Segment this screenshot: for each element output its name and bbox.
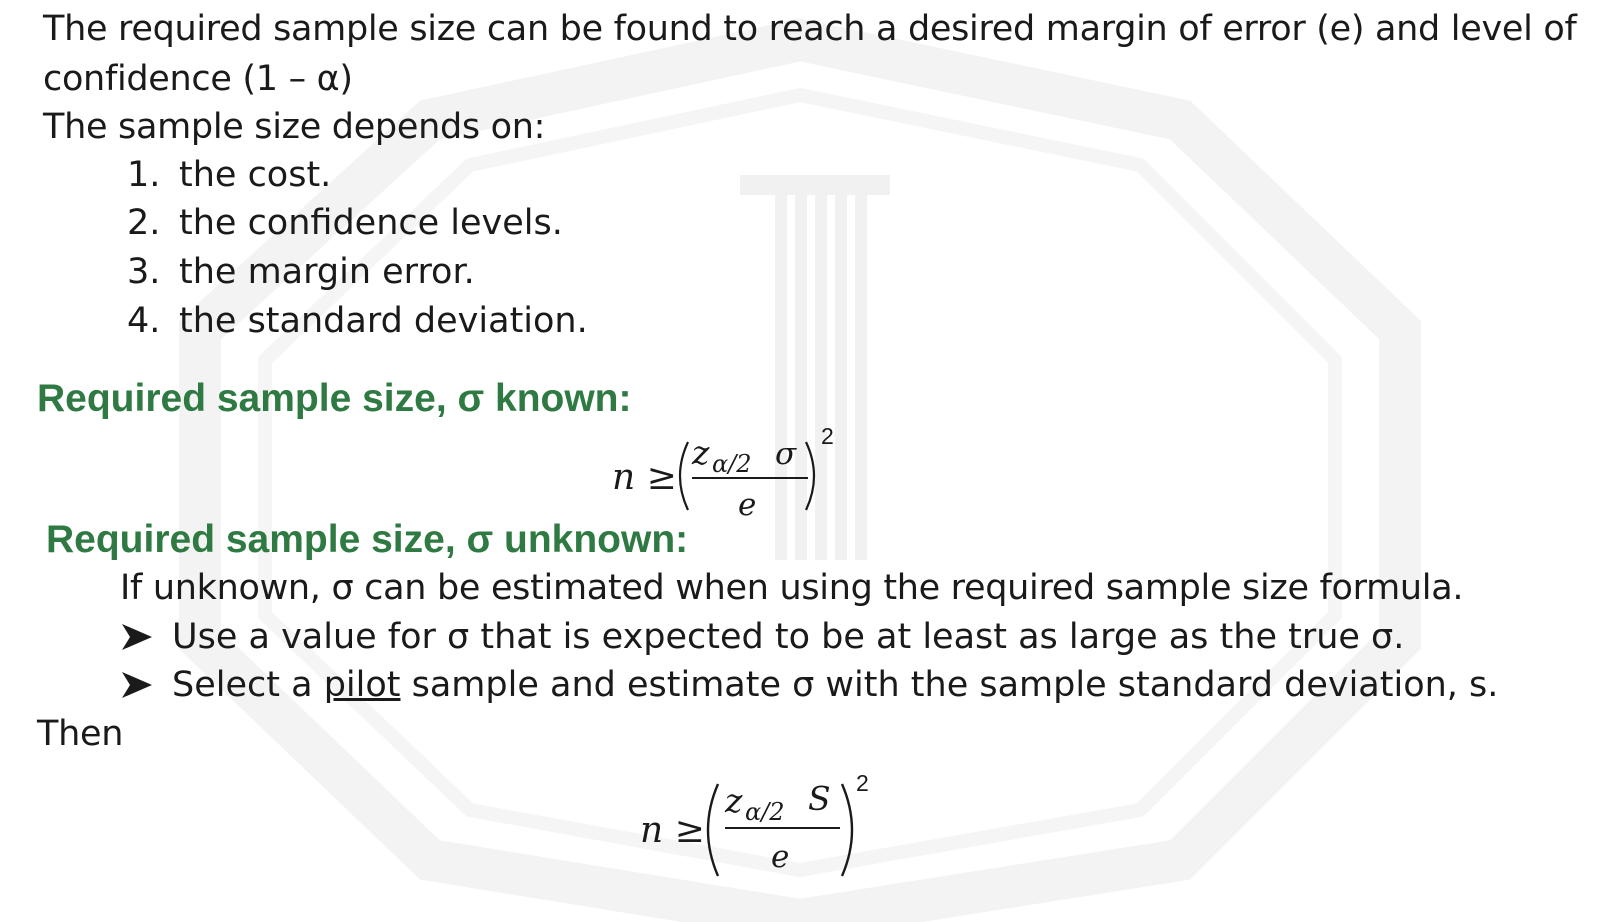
arrow-bullet-icon: [120, 664, 172, 706]
formula-lhs: n ≥: [612, 457, 677, 498]
formula-subscript: α/2: [712, 450, 752, 478]
list-number: 3.: [127, 252, 161, 292]
arrow-bullet-icon: [120, 616, 172, 658]
intro-line-3: The sample size depends on:: [43, 107, 546, 147]
bullet-text-end: sample and estimate σ with the sample st…: [400, 665, 1499, 705]
formula-s: S: [808, 779, 831, 818]
formula-sigma: σ: [775, 436, 797, 472]
formula-z: z: [691, 433, 710, 472]
bullet-item: Use a value for σ that is expected to be…: [120, 616, 1404, 658]
list-item: 4. the standard deviation.: [127, 300, 588, 342]
intro-line-1: The required sample size can be found to…: [43, 9, 1577, 49]
formula-z: z: [724, 781, 743, 820]
list-item: 2. the confidence levels.: [127, 202, 563, 244]
formula-sigma-known: n ≥ z α/2 σ e 2: [612, 423, 834, 523]
known-heading: Required sample size, σ known:: [37, 377, 632, 420]
unknown-heading: Required sample size, σ unknown:: [46, 518, 689, 561]
list-text: the standard deviation.: [179, 301, 588, 341]
list-text: the confidence levels.: [179, 203, 563, 243]
pilot-underlined-word: pilot: [323, 665, 401, 705]
formula-lhs: n ≥: [640, 810, 705, 851]
formula-denominator: e: [771, 839, 789, 875]
bullet-text-start: Select a: [172, 665, 324, 705]
unknown-explanation: If unknown, σ can be estimated when usin…: [120, 568, 1464, 608]
formula-denominator: e: [738, 487, 756, 523]
list-number: 2.: [127, 203, 161, 243]
bullet-item: Select a pilot sample and estimate σ wit…: [120, 664, 1498, 706]
list-number: 4.: [127, 301, 161, 341]
list-item: 1. the cost.: [127, 154, 331, 196]
list-item: 3. the margin error.: [127, 251, 475, 293]
then-label: Then: [37, 714, 124, 754]
formula-exponent: 2: [856, 770, 869, 796]
list-text: the margin error.: [179, 252, 475, 292]
bullet-text: Use a value for σ that is expected to be…: [172, 617, 1405, 657]
formula-subscript: α/2: [745, 798, 785, 826]
formula-exponent: 2: [821, 423, 834, 449]
formula-sigma-unknown: n ≥ z α/2 S e 2: [640, 770, 869, 877]
list-number: 1.: [127, 155, 161, 195]
intro-line-2: confidence (1 – α): [43, 59, 353, 99]
list-text: the cost.: [179, 155, 332, 195]
